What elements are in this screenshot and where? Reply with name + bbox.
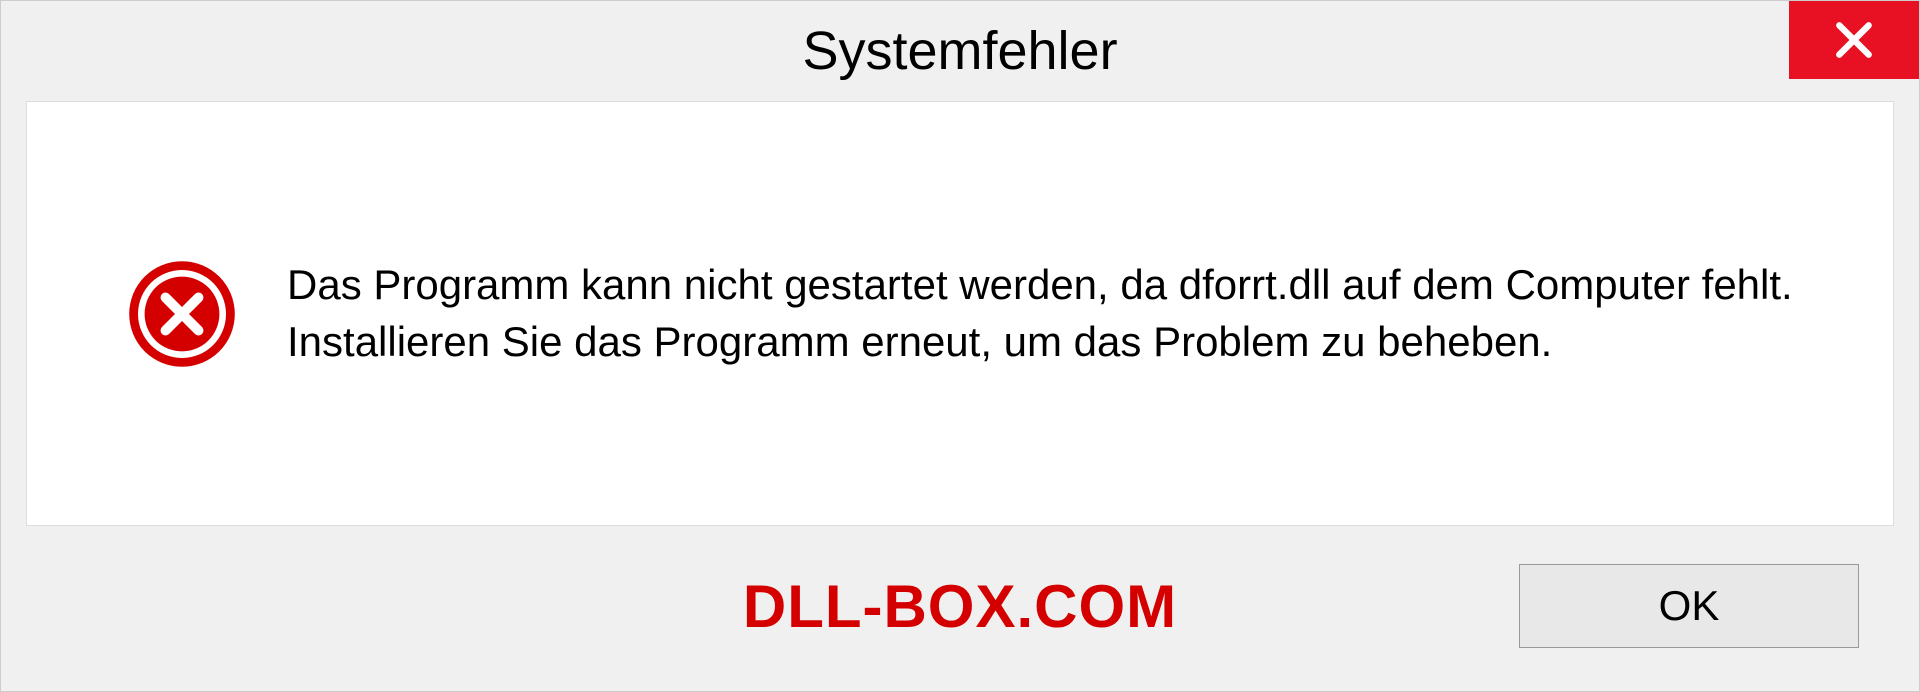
watermark-text: DLL-BOX.COM: [743, 572, 1177, 641]
error-icon: [127, 259, 237, 369]
error-dialog: Systemfehler Das Programm kann nicht ges…: [0, 0, 1920, 692]
titlebar: Systemfehler: [1, 1, 1919, 101]
close-icon: [1832, 18, 1876, 62]
error-message: Das Programm kann nicht gestartet werden…: [287, 257, 1813, 370]
dialog-footer: DLL-BOX.COM OK: [1, 551, 1919, 691]
dialog-title: Systemfehler: [802, 20, 1117, 82]
close-button[interactable]: [1789, 1, 1919, 79]
ok-button[interactable]: OK: [1519, 564, 1859, 648]
content-panel: Das Programm kann nicht gestartet werden…: [26, 101, 1894, 526]
